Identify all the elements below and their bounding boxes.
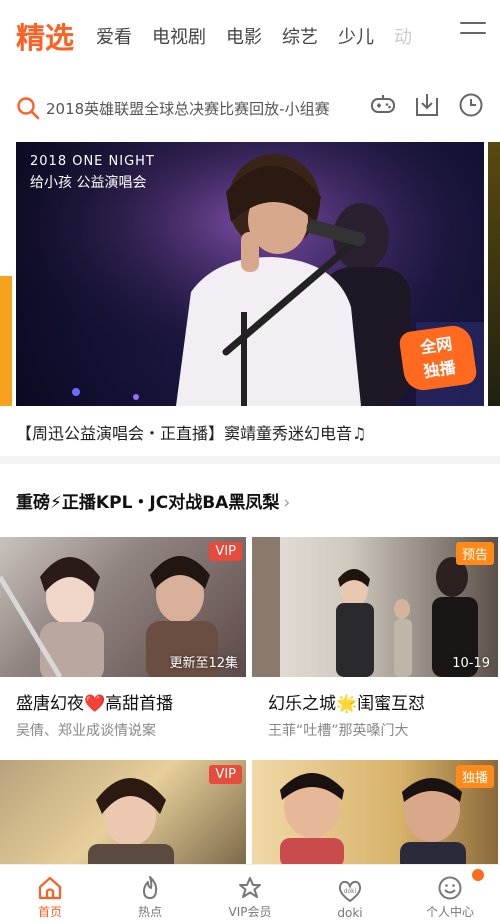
nav-vip-label: VIP会员 [228, 905, 272, 919]
home-icon [38, 876, 62, 900]
tabs-fade [412, 14, 452, 58]
bottom-nav: 首页 热点 VIP会员 doki doki 个人中心 [0, 864, 500, 924]
video-card[interactable]: VIP 更新至12集 盛唐幻夜❤️高甜首播 吴倩、郑业成谈情说案 [0, 537, 246, 740]
banner-prev-peek[interactable] [0, 276, 12, 406]
banner-next-peek[interactable] [488, 142, 500, 406]
video-thumbnail: 独播 [252, 760, 498, 864]
video-thumbnail: VIP [0, 760, 246, 864]
banner-title[interactable]: 【周迅公益演唱会・正直播】窦靖童秀迷幻电音♫ [16, 420, 366, 444]
tab-anime[interactable]: 动 [394, 23, 412, 49]
vip-tag: VIP [209, 542, 242, 561]
section-title: 重磅⚡正播KPL・JC对战BA黑凤梨 [16, 493, 280, 513]
tab-aikan[interactable]: 爱看 [96, 23, 132, 49]
video-subtitle: 王菲“吐槽”那英嗓门大 [268, 723, 409, 739]
hero-banner[interactable]: 2018 ONE NIGHT 给小孩 公益演唱会 全网 独播 [16, 142, 484, 406]
exclusive-tag: 独播 [455, 765, 494, 788]
nav-doki-label: doki [337, 906, 363, 920]
nav-home-label: 首页 [37, 905, 62, 919]
banner-caption-cn: 给小孩 公益演唱会 [30, 175, 147, 191]
history-clock-icon[interactable] [458, 92, 484, 118]
smiley-icon [438, 876, 462, 900]
search-row: 2018英雄联盟全球总决赛比赛回放-小组赛 [16, 86, 484, 130]
menu-icon[interactable] [460, 22, 486, 44]
download-icon[interactable] [414, 92, 440, 118]
video-thumbnail: 预告 10-19 [252, 537, 498, 677]
nav-home[interactable]: 首页 [0, 865, 100, 924]
video-subtitle: 吴倩、郑业成谈情说案 [16, 723, 156, 739]
search-bar[interactable]: 2018英雄联盟全球总决赛比赛回放-小组赛 [16, 96, 356, 120]
video-card[interactable]: 独播 [252, 760, 498, 864]
video-card[interactable]: 预告 10-19 幻乐之城🌟闺蜜互怼 王菲“吐槽”那英嗓门大 [252, 537, 498, 740]
tab-variety[interactable]: 综艺 [282, 23, 318, 49]
vip-tag: VIP [209, 765, 242, 784]
tab-tv-series[interactable]: 电视剧 [152, 23, 206, 49]
video-title: 幻乐之城🌟闺蜜互怼 [268, 694, 426, 714]
nav-profile-label: 个人中心 [425, 905, 474, 919]
section-header[interactable]: 重磅⚡正播KPL・JC对战BA黑凤梨 › [16, 488, 290, 513]
nav-hot[interactable]: 热点 [100, 865, 200, 924]
video-card[interactable]: VIP [0, 760, 246, 864]
game-controller-icon[interactable] [370, 92, 396, 118]
search-icon [17, 97, 40, 120]
video-thumbnail: VIP 更新至12集 [0, 537, 246, 677]
tab-kids[interactable]: 少儿 [338, 23, 374, 49]
section-divider [0, 456, 500, 464]
nav-hot-label: 热点 [137, 905, 162, 919]
flame-icon [143, 876, 158, 899]
svg-text:doki: doki [344, 888, 357, 895]
chevron-right-icon: › [283, 493, 291, 513]
search-hint: 2018英雄联盟全球总决赛比赛回放-小组赛 [46, 99, 330, 118]
nav-doki[interactable]: doki doki [300, 865, 400, 924]
preview-tag: 预告 [455, 542, 494, 565]
banner-caption-en: 2018 ONE NIGHT [30, 154, 155, 169]
notification-dot [472, 869, 484, 881]
episode-count: 更新至12集 [169, 656, 238, 671]
doki-heart-icon: doki [338, 880, 362, 903]
nav-profile[interactable]: 个人中心 [400, 865, 500, 924]
tab-featured[interactable]: 精选 [16, 15, 74, 57]
exclusive-badge: 全网 独播 [398, 323, 478, 393]
air-date: 10-19 [452, 656, 490, 671]
nav-vip[interactable]: VIP会员 [200, 865, 300, 924]
vip-crown-icon [239, 877, 261, 898]
tab-movies[interactable]: 电影 [226, 23, 262, 49]
video-title: 盛唐幻夜❤️高甜首播 [16, 694, 174, 714]
